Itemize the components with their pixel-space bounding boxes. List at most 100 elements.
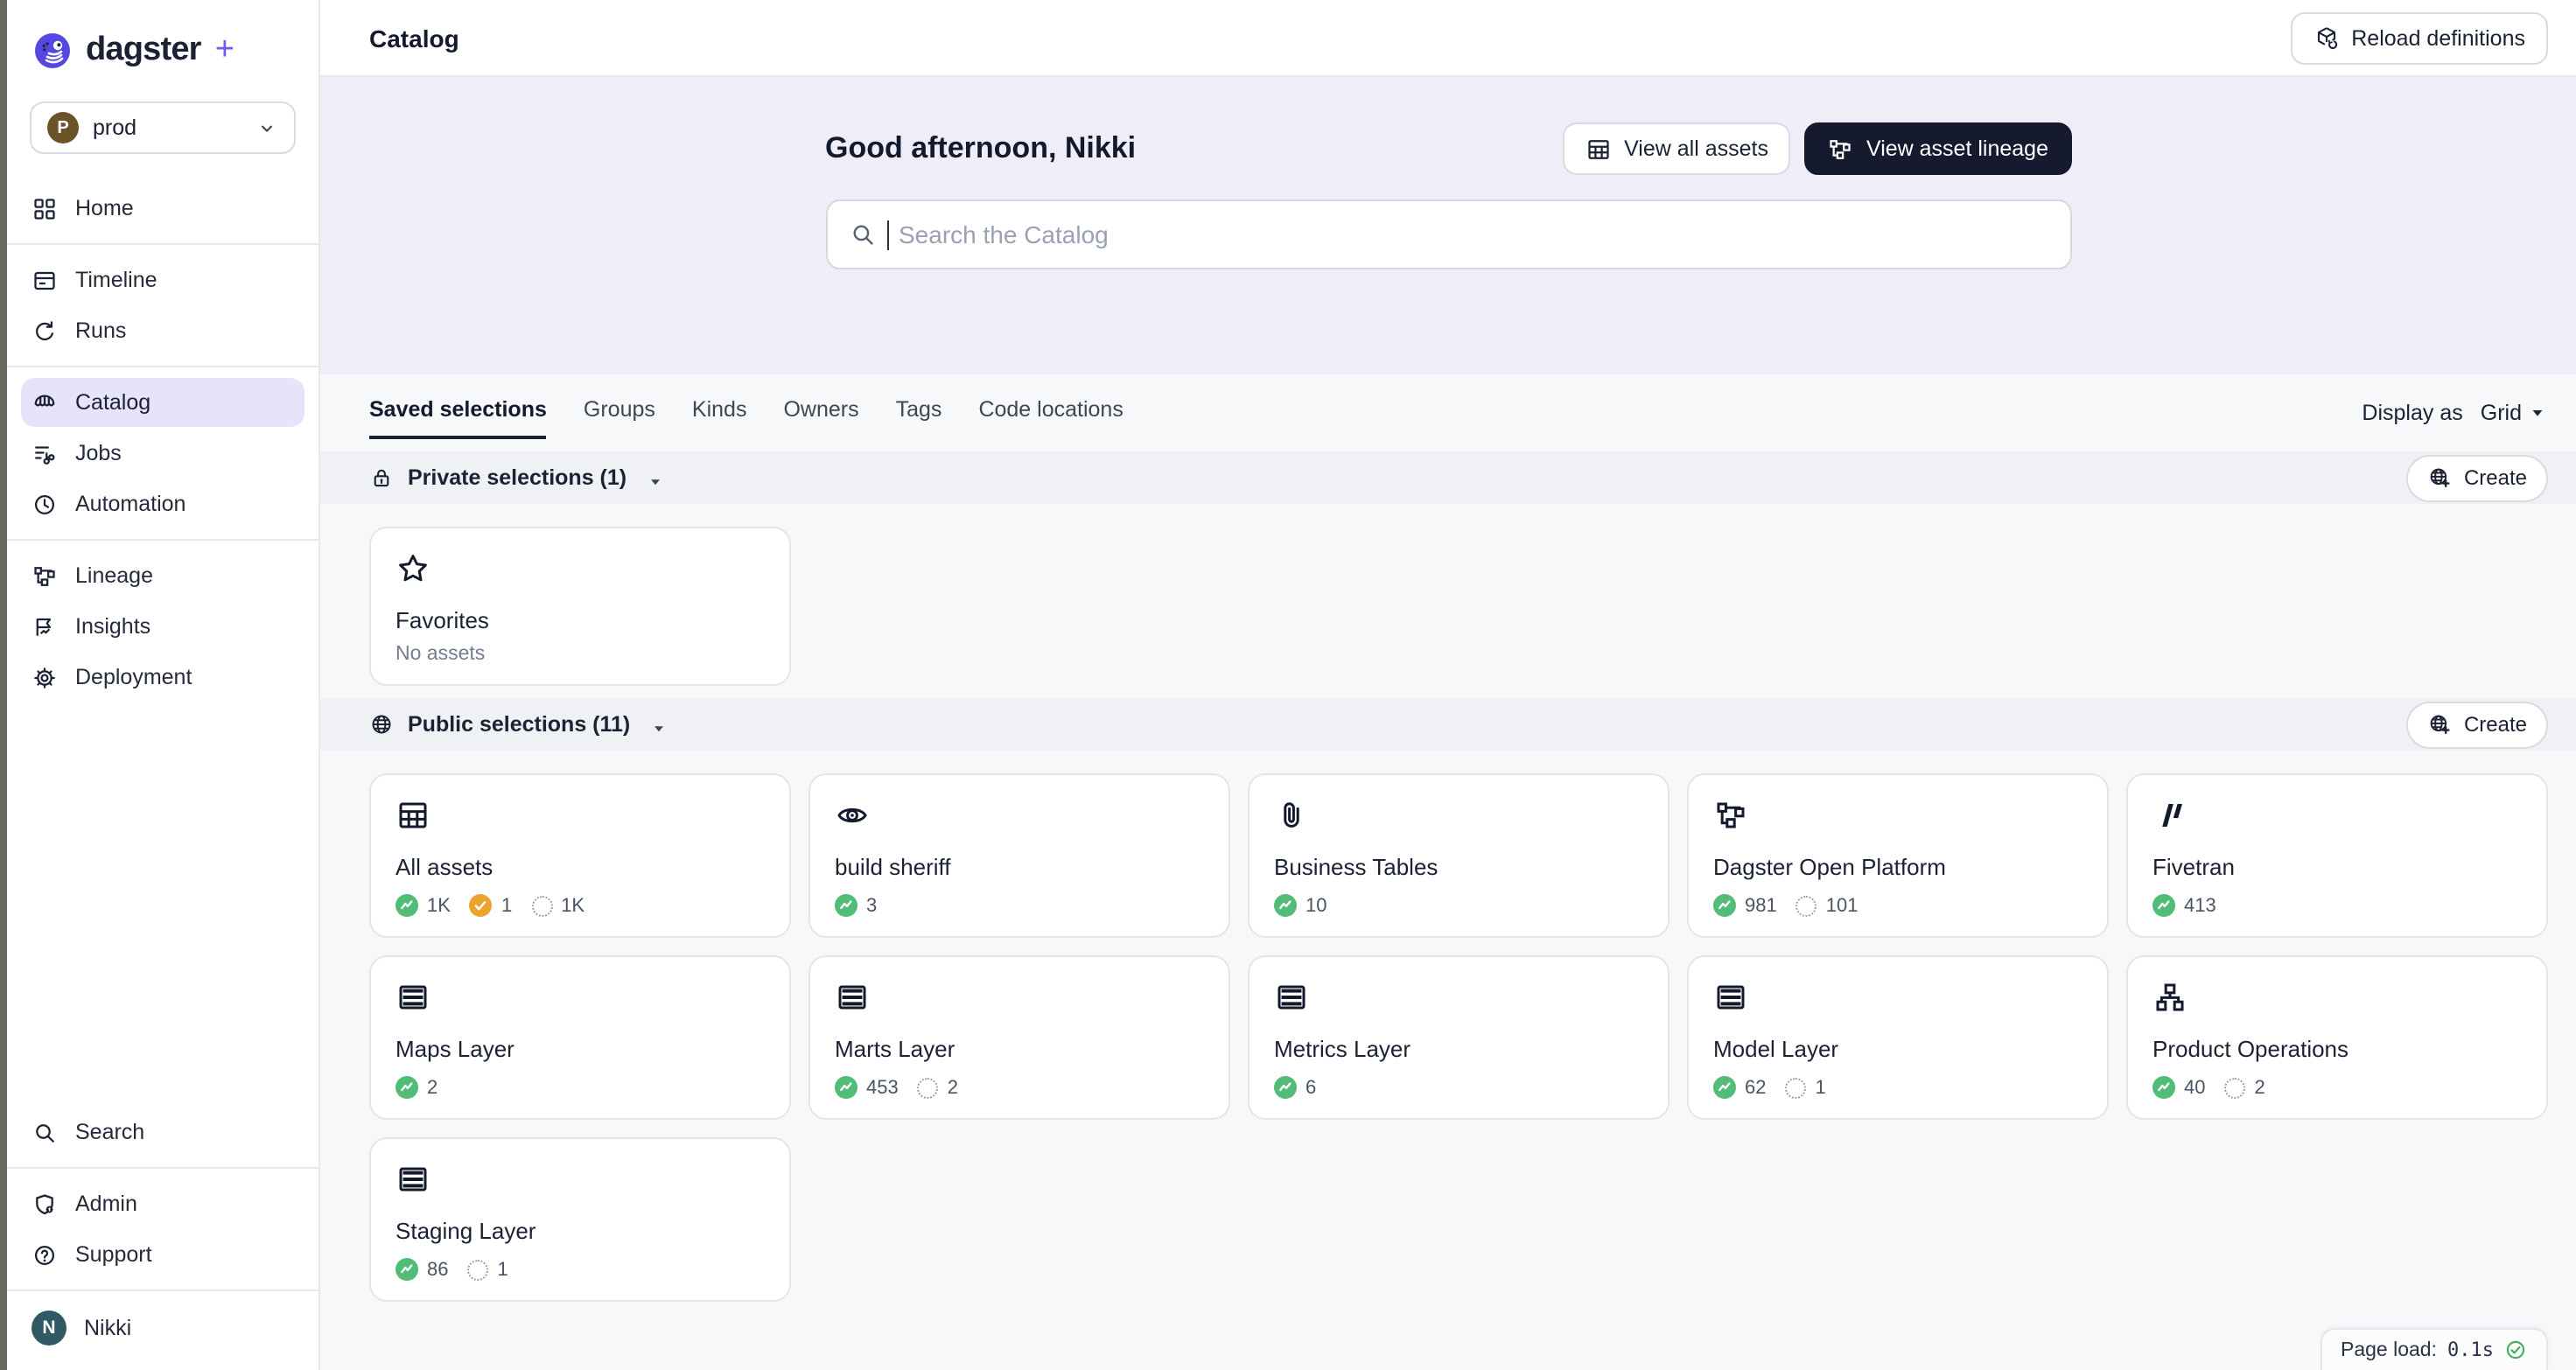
sidebar-nav: Home Timeline Runs Catalog Jobs Automati…	[7, 182, 318, 703]
asset-status-badge-missing: 2	[918, 1077, 958, 1098]
create-selection-button[interactable]: Create	[2406, 701, 2548, 748]
selection-card-metrics-layer[interactable]: Metrics Layer 6	[1248, 955, 1670, 1120]
caret-down-icon	[649, 715, 668, 734]
catalog-tabs: Saved selections Groups Kinds Owners Tags Cod…	[369, 397, 1124, 439]
brand-plus-badge: +	[215, 31, 234, 70]
selection-card-staging-layer[interactable]: Staging Layer 86 1	[369, 1137, 791, 1302]
view-asset-lineage-button[interactable]: View asset lineage	[1805, 122, 2071, 175]
create-selection-button[interactable]: Create	[2406, 454, 2548, 501]
sidebar-divider	[7, 1290, 318, 1291]
display-as-control: Display as Grid	[2362, 401, 2548, 439]
tab-code-locations[interactable]: Code locations	[978, 397, 1123, 439]
tab-owners[interactable]: Owners	[783, 397, 858, 439]
text-cursor	[886, 220, 888, 249]
check-circle-icon	[2504, 1339, 2527, 1361]
user-name: Nikki	[84, 1316, 131, 1340]
automation-icon	[32, 491, 58, 517]
section-header-toggle[interactable]: Public selections (11)	[369, 712, 668, 737]
sidebar: dagster + P prod Home Timeline Runs Cata…	[7, 0, 320, 1370]
page-load-indicator: Page load: 0.1s	[2320, 1328, 2548, 1370]
user-avatar: N	[32, 1311, 66, 1346]
sidebar-item-runs[interactable]: Runs	[21, 306, 304, 355]
sidebar-item-catalog[interactable]: Catalog	[21, 378, 304, 427]
asset-status-count: 453	[866, 1077, 899, 1098]
caret-down-icon	[646, 468, 665, 487]
dagster-logo[interactable]: dagster +	[7, 24, 318, 77]
asset-status-badge-missing: 101	[1796, 895, 1858, 916]
selection-card-title: Maps Layer	[396, 1036, 765, 1062]
selection-card-build-sheriff[interactable]: build sheriff 3	[808, 773, 1230, 938]
table-rows-icon	[1274, 980, 1309, 1015]
display-as-dropdown[interactable]: Grid	[2481, 401, 2548, 425]
asset-status-badge-materialized: 2	[396, 1076, 438, 1099]
catalog-search-input[interactable]	[899, 220, 2048, 248]
selection-card-maps-layer[interactable]: Maps Layer 2	[369, 955, 791, 1120]
selection-card-title: Product Operations	[2152, 1036, 2522, 1062]
sidebar-item-insights[interactable]: Insights	[21, 602, 304, 651]
tab-groups[interactable]: Groups	[584, 397, 655, 439]
view-all-assets-button[interactable]: View all assets	[1563, 122, 1791, 175]
deployment-switcher[interactable]: P prod	[30, 101, 296, 154]
sidebar-item-jobs[interactable]: Jobs	[21, 429, 304, 478]
selection-card-dagster-open-platform[interactable]: Dagster Open Platform 981 101	[1687, 773, 2109, 938]
asset-status-badge-materialized: 10	[1274, 894, 1327, 917]
selection-card-favorites[interactable]: Favorites No assets	[369, 527, 791, 686]
selection-card-title: Model Layer	[1713, 1036, 2082, 1062]
materialized-badge-icon	[1274, 894, 1297, 917]
window-edge	[0, 0, 7, 1370]
home-icon	[32, 195, 58, 221]
asset-status-badge-missing: 1	[468, 1259, 508, 1280]
selection-card-fivetran[interactable]: Fivetran 413	[2126, 773, 2548, 938]
never-materialized-icon	[918, 1077, 939, 1098]
materialized-badge-icon	[2152, 1076, 2175, 1099]
never-materialized-icon	[531, 895, 552, 916]
catalog-search-box[interactable]	[825, 199, 2071, 269]
materialized-badge-icon	[396, 1258, 418, 1281]
selection-card-model-layer[interactable]: Model Layer 62 1	[1687, 955, 2109, 1120]
asset-status-count: 10	[1306, 895, 1327, 916]
materialized-badge-icon	[1713, 1076, 1736, 1099]
asset-status-count: 981	[1745, 895, 1777, 916]
sidebar-item-admin[interactable]: Admin	[21, 1179, 304, 1228]
selection-card-business-tables[interactable]: Business Tables 10	[1248, 773, 1670, 938]
user-menu[interactable]: N Nikki	[21, 1302, 304, 1354]
tab-tags[interactable]: Tags	[896, 397, 942, 439]
sidebar-item-lineage[interactable]: Lineage	[21, 551, 304, 600]
asset-status-count: 2	[948, 1077, 958, 1098]
tab-kinds[interactable]: Kinds	[692, 397, 747, 439]
asset-status-count: 2	[2255, 1077, 2265, 1098]
table-rows-icon	[396, 1162, 430, 1197]
asset-status-count: 1	[501, 895, 512, 916]
sitemap-icon	[2152, 980, 2188, 1015]
selection-card-marts-layer[interactable]: Marts Layer 453 2	[808, 955, 1230, 1120]
main-content: Catalog Reload definitions Good afternoo…	[320, 0, 2576, 1370]
section-header-toggle[interactable]: Private selections (1)	[369, 465, 665, 490]
asset-status-badge-materialized: 86	[396, 1258, 449, 1281]
catalog-tabs-row: Saved selections Groups Kinds Owners Tags Cod…	[320, 374, 2576, 439]
brand-wordmark: dagster	[86, 31, 201, 70]
sidebar-item-deployment[interactable]: Deployment	[21, 653, 304, 702]
search-icon	[848, 220, 876, 248]
lineage-icon	[1713, 798, 1748, 833]
sidebar-item-search[interactable]: Search	[21, 1108, 304, 1157]
asset-status-count: 1	[1816, 1077, 1826, 1098]
sidebar-item-support[interactable]: Support	[21, 1230, 304, 1279]
eye-icon	[835, 798, 870, 833]
star-icon	[396, 551, 430, 586]
sidebar-item-automation[interactable]: Automation	[21, 479, 304, 528]
asset-status-badge-missing: 2	[2225, 1077, 2265, 1098]
selection-card-title: build sheriff	[835, 854, 1204, 880]
selection-card-product-operations[interactable]: Product Operations 40 2	[2126, 955, 2548, 1120]
tab-saved-selections[interactable]: Saved selections	[369, 397, 547, 439]
runs-icon	[32, 318, 58, 344]
table-rows-icon	[1713, 980, 1748, 1015]
table-rows-icon	[835, 980, 870, 1015]
sidebar-item-timeline[interactable]: Timeline	[21, 255, 304, 304]
sidebar-item-home[interactable]: Home	[21, 184, 304, 233]
selection-card-all-assets[interactable]: All assets 1K 1 1K	[369, 773, 791, 938]
warning-check-badge-icon	[470, 894, 493, 917]
materialized-badge-icon	[835, 1076, 858, 1099]
topbar: Catalog Reload definitions	[320, 0, 2576, 77]
asset-status-badges: 453 2	[835, 1076, 1204, 1099]
reload-definitions-button[interactable]: Reload definitions	[2290, 11, 2548, 64]
